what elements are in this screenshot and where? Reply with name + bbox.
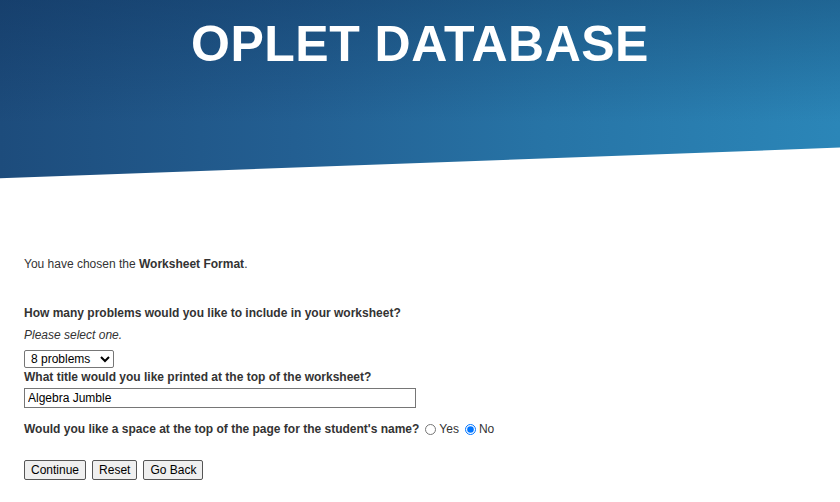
name-space-option[interactable]: Yes [425, 422, 459, 436]
radio-button[interactable] [465, 424, 476, 435]
page: OPLET DATABASEYou have chosen the Worksh… [0, 0, 840, 502]
title-question: What title would you like printed at the… [24, 368, 816, 408]
name-space-question: Would you like a space at the top of the… [24, 420, 816, 438]
form-button[interactable]: Go Back [143, 460, 203, 480]
intro-text: You have chosen the Worksheet Format. [24, 255, 816, 273]
radio-button[interactable] [425, 424, 436, 435]
title-input[interactable] [24, 388, 416, 408]
problem-count-select[interactable]: 8 problems [24, 350, 114, 368]
form-button[interactable]: Continue [24, 460, 86, 480]
title-label: What title would you like printed at the… [24, 368, 816, 386]
radio-label: No [479, 422, 494, 436]
name-space-option[interactable]: No [465, 422, 494, 436]
problem-count-label: How many problems would you like to incl… [24, 304, 816, 322]
radio-label: Yes [439, 422, 459, 436]
header-banner: OPLET DATABASE [0, 0, 840, 205]
problem-count-question: How many problems would you like to incl… [24, 304, 816, 368]
name-space-label: Would you like a space at the top of the… [24, 420, 419, 438]
button-row: Continue Reset Go Back [24, 460, 816, 480]
problem-count-hint: Please select one. [24, 326, 816, 344]
page-title: OPLET DATABASE [191, 14, 649, 205]
form-button[interactable]: Reset [92, 460, 137, 480]
format-name: Worksheet Format [139, 257, 244, 271]
worksheet-form: You have chosen the Worksheet Format. How… [0, 205, 840, 480]
